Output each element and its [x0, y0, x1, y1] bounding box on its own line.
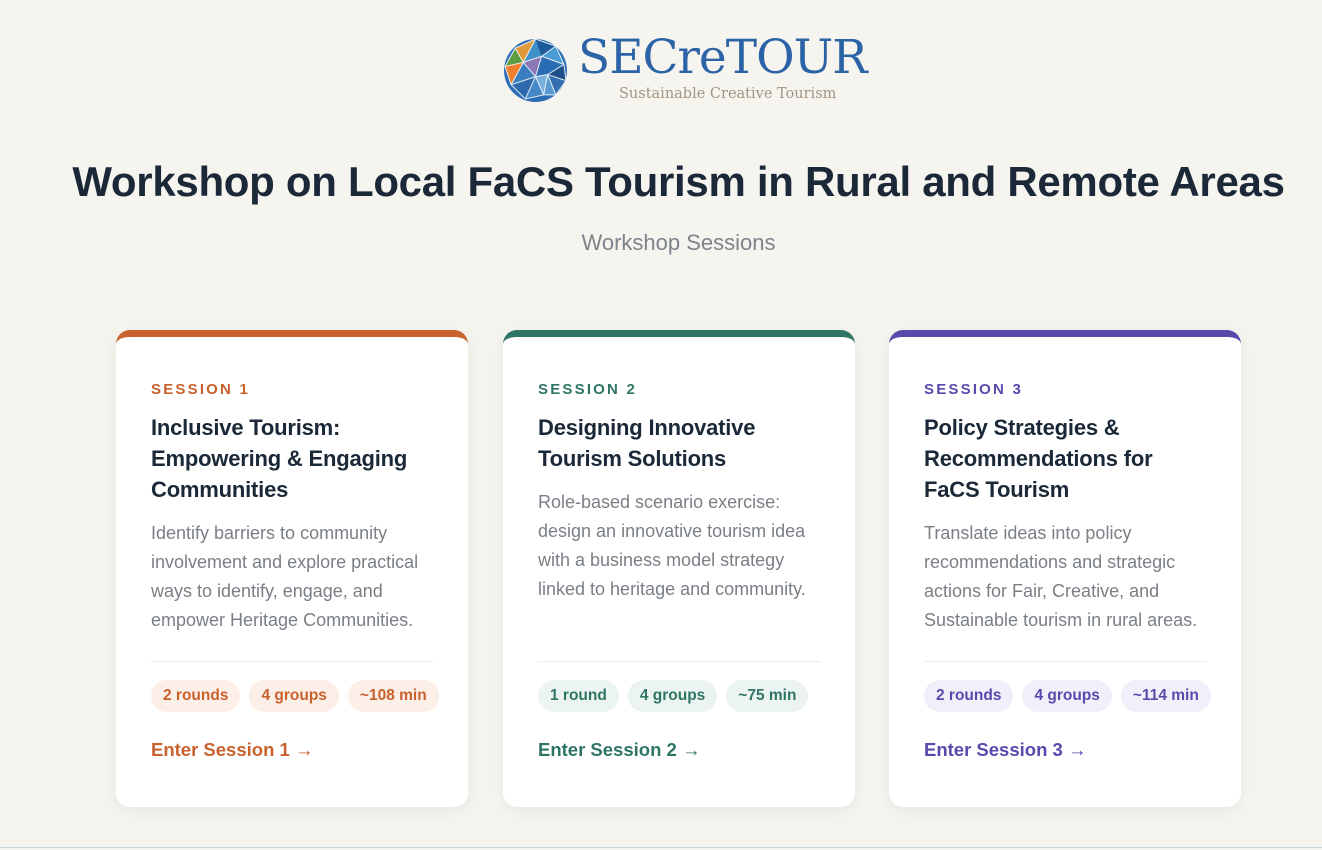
session-label: SESSION 2 — [538, 381, 637, 398]
card-divider — [151, 661, 434, 662]
session-tags: 2 rounds 4 groups ~108 min — [151, 680, 439, 712]
card-divider — [924, 661, 1207, 662]
session-title: Policy Strategies & Recommendations for … — [924, 415, 1153, 502]
enter-session-1-link[interactable]: Enter Session 1 → — [151, 739, 313, 761]
session-card-3[interactable]: SESSION 3 Policy Strategies & Recommenda… — [889, 330, 1241, 807]
groups-badge: 4 groups — [249, 680, 339, 712]
secretour-logo: SECreTOUR Sustainable Creative Tourism — [503, 34, 868, 106]
card-divider — [538, 661, 821, 662]
session-card-2[interactable]: SESSION 2 Designing Innovative Tourism S… — [503, 330, 855, 807]
brand-name: SECreTOUR — [578, 30, 868, 85]
rounds-badge: 2 rounds — [924, 680, 1014, 712]
rounds-badge: 1 round — [538, 680, 619, 712]
session-title: Designing Innovative Tourism Solutions — [538, 415, 756, 471]
session-tags: 2 rounds 4 groups ~114 min — [924, 680, 1211, 712]
duration-badge: ~108 min — [347, 680, 439, 712]
session-label: SESSION 3 — [924, 381, 1023, 398]
enter-session-3-link[interactable]: Enter Session 3 → — [924, 739, 1086, 761]
brand-tagline: Sustainable Creative Tourism — [619, 86, 837, 102]
rounds-badge: 2 rounds — [151, 680, 241, 712]
groups-badge: 4 groups — [627, 680, 718, 712]
session-card-1[interactable]: SESSION 1 Inclusive Tourism: Empowering … — [116, 330, 468, 807]
session-description: Identify barriers to community involveme… — [151, 523, 419, 630]
duration-badge: ~114 min — [1120, 680, 1211, 712]
session-label: SESSION 1 — [151, 381, 250, 398]
duration-badge: ~75 min — [726, 680, 809, 712]
session-title: Inclusive Tourism: Empowering & Engaging… — [151, 415, 408, 502]
session-description: Role-based scenario exercise: design an … — [538, 492, 806, 599]
enter-session-2-link[interactable]: Enter Session 2 → — [538, 739, 700, 761]
session-description: Translate ideas into policy recommendati… — [924, 523, 1198, 630]
bottom-border — [0, 847, 1322, 848]
globe-logo-icon — [504, 38, 567, 102]
groups-badge: 4 groups — [1022, 680, 1112, 712]
page-subtitle: Workshop Sessions — [581, 230, 776, 255]
page-title: Workshop on Local FaCS Tourism in Rural … — [72, 158, 1285, 205]
session-tags: 1 round 4 groups ~75 min — [538, 680, 809, 712]
